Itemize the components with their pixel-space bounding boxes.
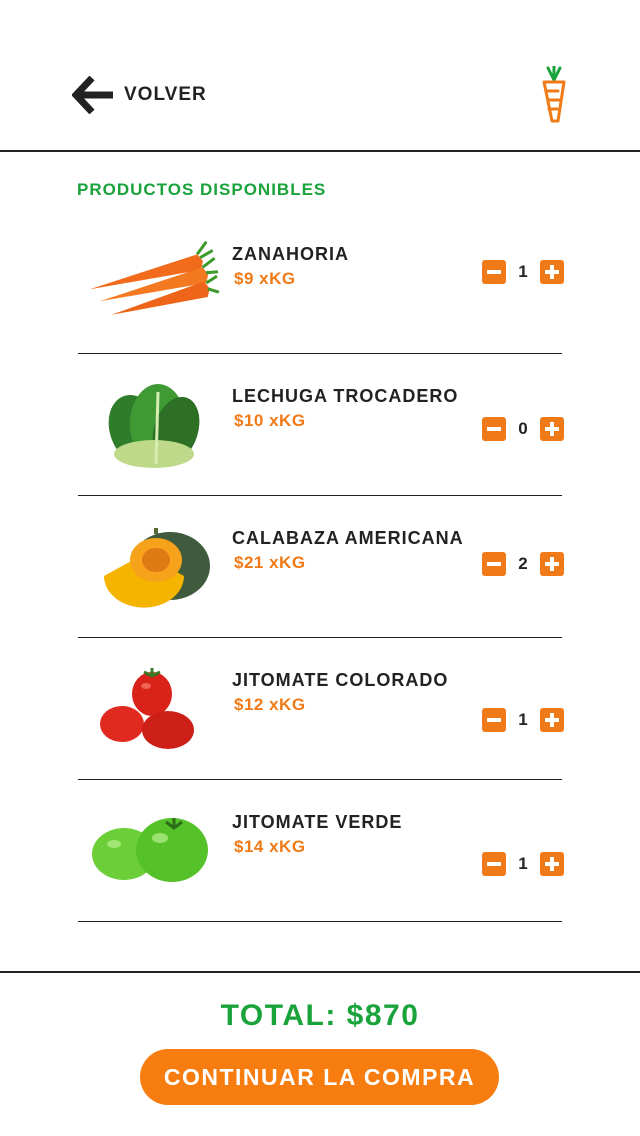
decrease-button[interactable] — [482, 708, 506, 732]
product-price: $9 xKG — [234, 269, 296, 288]
minus-icon — [487, 270, 501, 274]
product-item-zanahoria: ZANAHORIA $9 xKG 1 — [78, 212, 564, 354]
product-item-jitomate-colorado: JITOMATE COLORADO $12 xKG 1 — [78, 638, 564, 780]
increase-button[interactable] — [540, 417, 564, 441]
red-tomatoes-image — [100, 668, 194, 749]
increase-button[interactable] — [540, 552, 564, 576]
decrease-button[interactable] — [482, 552, 506, 576]
minus-icon — [487, 862, 501, 866]
quantity-value: 1 — [518, 854, 528, 873]
minus-icon — [487, 718, 501, 722]
product-price: $10 xKG — [234, 411, 306, 430]
quantity-value: 1 — [518, 262, 528, 281]
decrease-button[interactable] — [482, 260, 506, 284]
increase-button[interactable] — [540, 852, 564, 876]
pumpkin-image — [104, 528, 210, 608]
decrease-button[interactable] — [482, 417, 506, 441]
product-item-lechuga: LECHUGA TROCADERO $10 xKG 0 — [78, 354, 564, 496]
product-item-calabaza: CALABAZA AMERICANA $21 xKG 2 — [78, 496, 564, 638]
quantity-value: 0 — [518, 419, 528, 438]
back-button[interactable]: VOLVER — [72, 76, 207, 114]
minus-icon — [487, 562, 501, 566]
header: VOLVER — [0, 0, 640, 152]
lettuce-image — [108, 384, 200, 468]
decrease-button[interactable] — [482, 852, 506, 876]
carrots-image — [89, 240, 220, 315]
product-name: JITOMATE VERDE — [232, 812, 403, 832]
quantity-value: 1 — [518, 710, 528, 729]
product-price: $14 xKG — [234, 837, 306, 856]
increase-button[interactable] — [540, 708, 564, 732]
quantity-value: 2 — [518, 554, 528, 573]
product-name: CALABAZA AMERICANA — [232, 528, 464, 548]
quantity-stepper: 1 — [482, 852, 564, 876]
product-price: $21 xKG — [234, 553, 306, 572]
continue-purchase-button[interactable]: CONTINUAR LA COMPRA — [140, 1049, 499, 1105]
arrow-left-icon — [72, 76, 113, 114]
quantity-stepper: 1 — [482, 708, 564, 732]
product-list: ZANAHORIA $9 xKG 1 LECHUGA TROCADERO $10… — [78, 212, 564, 922]
quantity-stepper: 1 — [482, 260, 564, 284]
product-price: $12 xKG — [234, 695, 306, 714]
order-total: TOTAL: $870 — [220, 999, 420, 1032]
quantity-stepper: 2 — [482, 552, 564, 576]
product-name: JITOMATE COLORADO — [232, 670, 449, 690]
increase-button[interactable] — [540, 260, 564, 284]
back-label: VOLVER — [124, 84, 207, 105]
minus-icon — [487, 427, 501, 431]
product-name: ZANAHORIA — [232, 244, 349, 264]
product-name: LECHUGA TROCADERO — [232, 386, 459, 406]
product-item-jitomate-verde: JITOMATE VERDE $14 xKG 1 — [78, 780, 564, 922]
footer: TOTAL: $870 CONTINUAR LA COMPRA — [0, 971, 640, 1136]
section-title: PRODUCTOS DISPONIBLES — [77, 180, 327, 199]
quantity-stepper: 0 — [482, 417, 564, 441]
carrot-logo-icon — [542, 66, 566, 123]
green-tomatoes-image — [92, 818, 208, 882]
